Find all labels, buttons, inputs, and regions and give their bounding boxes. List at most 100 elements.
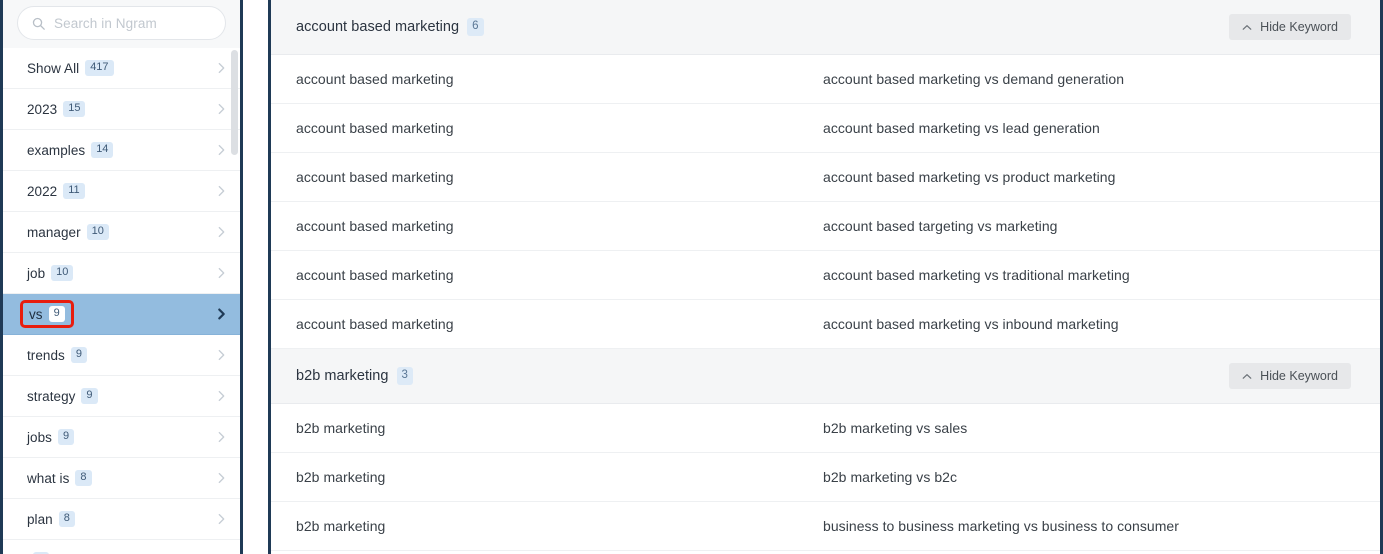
app-root: Show All 417 2023 15 examples 14 2022 11 manager… bbox=[0, 0, 1383, 554]
keyword-row[interactable]: account based marketing account based mar… bbox=[271, 251, 1380, 300]
group-count-badge: 6 bbox=[467, 18, 484, 36]
keyword-variant-cell: account based targeting vs marketing bbox=[823, 218, 1058, 234]
sidebar-item-2023[interactable]: 2023 15 bbox=[3, 89, 240, 130]
sidebar-scrollbar-track[interactable] bbox=[231, 48, 238, 554]
sidebar-item-show-all[interactable]: Show All 417 bbox=[3, 48, 240, 89]
sidebar-item-label: Show All bbox=[27, 60, 80, 76]
keyword-row[interactable]: account based marketing account based mar… bbox=[271, 153, 1380, 202]
keyword-row[interactable]: account based marketing account based mar… bbox=[271, 55, 1380, 104]
group-title: account based marketing bbox=[296, 19, 460, 35]
keyword-variant-cell: account based marketing vs traditional m… bbox=[823, 267, 1130, 283]
keyword-groups-panel: account based marketing 6 Hide Keyword acco… bbox=[268, 0, 1383, 554]
sidebar-item-label: jobs bbox=[27, 429, 52, 445]
sidebar-item-content: Show All 417 bbox=[23, 57, 118, 80]
sidebar-item-label: examples bbox=[27, 142, 86, 158]
sidebar-item-count-badge: 10 bbox=[51, 264, 74, 282]
sidebar-item-strategy[interactable]: strategy 9 bbox=[3, 376, 240, 417]
sidebar-item-count-badge: 14 bbox=[91, 141, 114, 159]
selected-item-highlight: vs 9 bbox=[20, 299, 74, 329]
keyword-cell: account based marketing bbox=[296, 267, 454, 283]
chevron-right-icon bbox=[218, 267, 225, 279]
sidebar-item-count-badge: 9 bbox=[57, 428, 75, 446]
sidebar-item-label: plan bbox=[27, 511, 53, 527]
search-icon bbox=[32, 17, 45, 30]
sidebar-item-label: job bbox=[27, 265, 46, 281]
sidebar-item-count-badge: 417 bbox=[85, 59, 114, 77]
keyword-cell: account based marketing bbox=[296, 316, 454, 332]
sidebar-item-jobs[interactable]: jobs 9 bbox=[3, 417, 240, 458]
sidebar-item-label: 2023 bbox=[27, 101, 58, 117]
chevron-up-icon bbox=[1242, 373, 1252, 379]
chevron-right-icon bbox=[218, 144, 225, 156]
hide-keyword-label: Hide Keyword bbox=[1260, 369, 1338, 383]
keyword-cell: b2b marketing bbox=[296, 469, 386, 485]
sidebar-item-content: plan 8 bbox=[23, 508, 79, 531]
chevron-right-icon bbox=[218, 431, 225, 443]
sidebar-item-content bbox=[23, 549, 53, 554]
keyword-variant-cell: account based marketing vs demand genera… bbox=[823, 71, 1125, 87]
sidebar-item-count-badge: 9 bbox=[70, 346, 87, 364]
sidebar-item-examples[interactable]: examples 14 bbox=[3, 130, 240, 171]
keyword-cell: account based marketing bbox=[296, 71, 454, 87]
sidebar-item-partial[interactable] bbox=[3, 540, 240, 554]
sidebar-item-content: strategy 9 bbox=[23, 385, 102, 408]
chevron-right-icon bbox=[218, 62, 225, 74]
sidebar-item-count-badge: 9 bbox=[48, 305, 65, 323]
sidebar-search-area bbox=[3, 0, 240, 48]
sidebar-item-what-is[interactable]: what is 8 bbox=[3, 458, 240, 499]
sidebar-item-label: manager bbox=[27, 224, 81, 240]
chevron-right-icon bbox=[218, 472, 225, 484]
sidebar-item-count-badge: 11 bbox=[63, 182, 85, 200]
keyword-cell: account based marketing bbox=[296, 169, 454, 185]
keyword-variant-cell: b2b marketing vs b2c bbox=[823, 469, 958, 485]
sidebar-scrollbar-thumb[interactable] bbox=[231, 50, 238, 155]
sidebar-item-manager[interactable]: manager 10 bbox=[3, 212, 240, 253]
chevron-right-icon bbox=[218, 226, 225, 238]
sidebar-item-vs[interactable]: vs 9 bbox=[3, 294, 240, 335]
ngram-sidebar: Show All 417 2023 15 examples 14 2022 11 manager… bbox=[0, 0, 243, 554]
search-input[interactable] bbox=[54, 15, 231, 31]
sidebar-item-label: 2022 bbox=[27, 183, 58, 199]
keyword-cell: account based marketing bbox=[296, 218, 454, 234]
keyword-variant-cell: b2b marketing vs sales bbox=[823, 420, 968, 436]
sidebar-item-count-badge: 9 bbox=[81, 387, 98, 405]
sidebar-item-label: trends bbox=[27, 347, 65, 363]
keyword-row[interactable]: b2b marketing business to business market… bbox=[271, 502, 1380, 551]
keyword-row[interactable]: b2b marketing b2b marketing vs sales bbox=[271, 404, 1380, 453]
sidebar-item-content: manager 10 bbox=[23, 221, 113, 244]
sidebar-item-2022[interactable]: 2022 11 bbox=[3, 171, 240, 212]
sidebar-item-content: 2022 11 bbox=[23, 180, 89, 203]
search-box[interactable] bbox=[17, 6, 231, 40]
chevron-right-icon bbox=[218, 185, 225, 197]
keyword-row[interactable]: account based marketing account based mar… bbox=[271, 300, 1380, 349]
keyword-group-header: b2b marketing 3 Hide Keyword bbox=[271, 349, 1380, 404]
sidebar-item-trends[interactable]: trends 9 bbox=[3, 335, 240, 376]
sidebar-item-list[interactable]: Show All 417 2023 15 examples 14 2022 11 manager… bbox=[3, 48, 240, 554]
group-count-badge: 3 bbox=[396, 367, 413, 385]
sidebar-item-content: jobs 9 bbox=[23, 426, 78, 449]
keyword-row[interactable]: account based marketing account based tar… bbox=[271, 202, 1380, 251]
sidebar-item-content: trends 9 bbox=[23, 344, 91, 367]
sidebar-item-job[interactable]: job 10 bbox=[3, 253, 240, 294]
sidebar-item-content: examples 14 bbox=[23, 139, 117, 162]
group-title: b2b marketing bbox=[296, 368, 389, 384]
sidebar-item-label: what is bbox=[27, 470, 70, 486]
keyword-cell: b2b marketing bbox=[296, 420, 386, 436]
sidebar-item-content: what is 8 bbox=[23, 467, 96, 490]
sidebar-item-count-badge: 15 bbox=[63, 100, 86, 118]
sidebar-item-label: strategy bbox=[27, 388, 76, 404]
sidebar-item-plan[interactable]: plan 8 bbox=[3, 499, 240, 540]
sidebar-item-count-badge: 8 bbox=[58, 510, 75, 528]
sidebar-item-content: job 10 bbox=[23, 262, 77, 285]
chevron-up-icon bbox=[1242, 24, 1252, 30]
panel-gap bbox=[243, 0, 268, 554]
sidebar-item-label: vs bbox=[29, 306, 43, 322]
keyword-row[interactable]: b2b marketing b2b marketing vs b2c bbox=[271, 453, 1380, 502]
chevron-right-icon bbox=[218, 103, 225, 115]
hide-keyword-button[interactable]: Hide Keyword bbox=[1229, 363, 1351, 389]
keyword-variant-cell: account based marketing vs product marke… bbox=[823, 169, 1116, 185]
keyword-variant-cell: account based marketing vs inbound marke… bbox=[823, 316, 1119, 332]
hide-keyword-label: Hide Keyword bbox=[1260, 20, 1338, 34]
hide-keyword-button[interactable]: Hide Keyword bbox=[1229, 14, 1351, 40]
keyword-row[interactable]: account based marketing account based mar… bbox=[271, 104, 1380, 153]
